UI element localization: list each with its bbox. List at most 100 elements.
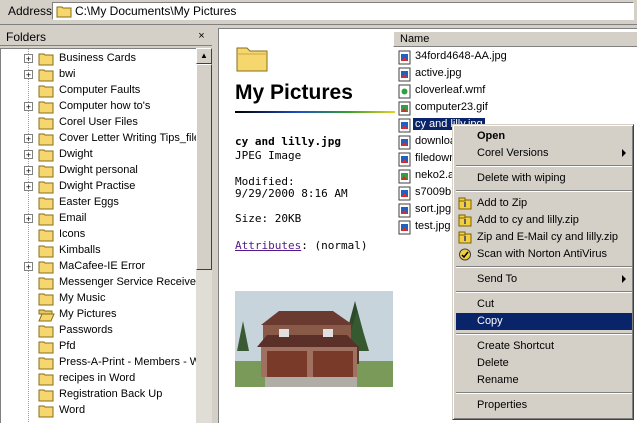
menu-item-zip-and-e-mail-cy-and-lilly-zip[interactable]: Zip and E-Mail cy and lilly.zip	[456, 229, 632, 246]
expand-icon[interactable]: +	[24, 166, 33, 176]
folders-title: Folders	[6, 30, 47, 44]
tree-item-bwi[interactable]: + bwi	[1, 67, 196, 83]
menu-item-add-to-cy-and-lilly-zip[interactable]: Add to cy and lilly.zip	[456, 212, 632, 229]
tree-item-my-music[interactable]: My Music	[1, 291, 196, 307]
folder-icon	[38, 389, 54, 402]
folder-icon	[38, 197, 54, 210]
tree-item-email[interactable]: + Email	[1, 211, 196, 227]
open-folder-icon	[38, 309, 55, 322]
menu-item-open[interactable]: Open	[456, 128, 632, 145]
folder-icon	[38, 213, 54, 226]
tree-item-icons[interactable]: Icons	[1, 227, 196, 243]
title-underline	[235, 111, 395, 113]
menu-item-copy[interactable]: Copy	[456, 313, 632, 330]
menu-item-send-to[interactable]: Send To	[456, 271, 632, 288]
folder-icon	[38, 165, 54, 178]
menu-item-properties[interactable]: Properties	[456, 397, 632, 414]
scroll-up-icon[interactable]: ▲	[196, 48, 212, 64]
norton-icon	[459, 248, 471, 261]
address-bar: Address C:\My Documents\My Pictures	[0, 0, 637, 25]
menu-item-delete-with-wiping[interactable]: Delete with wiping	[456, 170, 632, 187]
menu-item-cut[interactable]: Cut	[456, 296, 632, 313]
menu-item-rename[interactable]: Rename	[456, 372, 632, 389]
tree-item-business-cards[interactable]: + Business Cards	[1, 51, 196, 67]
menu-item-label: Add to cy and lilly.zip	[477, 214, 579, 226]
tree-item-computer-faults[interactable]: Computer Faults	[1, 83, 196, 99]
menu-item-label: Add to Zip	[477, 197, 528, 209]
menu-separator	[456, 165, 632, 167]
menu-item-label: Create Shortcut	[477, 340, 555, 352]
expand-icon[interactable]: +	[24, 70, 33, 80]
menu-item-create-shortcut[interactable]: Create Shortcut	[456, 338, 632, 355]
folder-icon	[38, 181, 54, 194]
folder-icon	[38, 293, 54, 306]
tree-item-pfd[interactable]: Pfd	[1, 339, 196, 355]
tree-item-my-pictures[interactable]: My Pictures	[1, 307, 196, 323]
folder-icon	[38, 133, 54, 146]
file-item-active-jpg[interactable]: active.jpg	[395, 66, 635, 82]
tree-item-label: Kimballs	[59, 244, 101, 256]
tree-item-dwight[interactable]: + Dwight	[1, 147, 196, 163]
tree-item-macafee-ie-error[interactable]: + MaCafee-IE Error	[1, 259, 196, 275]
large-folder-icon	[236, 47, 268, 72]
folder-icon	[38, 341, 54, 354]
address-input[interactable]: C:\My Documents\My Pictures	[52, 2, 634, 20]
menu-item-label: Zip and E-Mail cy and lilly.zip	[477, 231, 619, 243]
file-label: test.jpg	[415, 220, 451, 232]
tree-item-word[interactable]: Word	[1, 403, 196, 419]
tree-item-corel-user-files[interactable]: Corel User Files	[1, 115, 196, 131]
jpg-icon	[398, 67, 411, 82]
file-item-computer23-gif[interactable]: computer23.gif	[395, 100, 635, 116]
tree-item-recipes-in-word[interactable]: recipes in Word	[1, 371, 196, 387]
expand-icon[interactable]: +	[24, 214, 33, 224]
file-item-cloverleaf-wmf[interactable]: cloverleaf.wmf	[395, 83, 635, 99]
jpg-icon	[398, 135, 411, 150]
jpg-icon	[398, 152, 411, 167]
expand-icon[interactable]: +	[24, 134, 33, 144]
tree-item-label: Word	[59, 404, 86, 416]
menu-item-delete[interactable]: Delete	[456, 355, 632, 372]
web-view-pane: My Pictures cy and lilly.jpg JPEG Image …	[219, 29, 395, 423]
address-path: C:\My Documents\My Pictures	[75, 4, 237, 18]
expand-icon[interactable]: +	[24, 150, 33, 160]
tree-item-label: Business Cards	[59, 52, 137, 64]
attributes-value: : (normal)	[301, 239, 368, 252]
menu-separator	[456, 333, 632, 335]
menu-item-add-to-zip[interactable]: Add to Zip	[456, 195, 632, 212]
tree-item-easter-eggs[interactable]: Easter Eggs	[1, 195, 196, 211]
jpg-icon	[398, 118, 411, 133]
folder-icon	[38, 245, 54, 258]
tree-item-cover-letter-writing-tips-file[interactable]: + Cover Letter Writing Tips_file	[1, 131, 196, 147]
menu-item-label: Cut	[477, 298, 495, 310]
folder-icon	[38, 229, 54, 242]
tree-item-passwords[interactable]: Passwords	[1, 323, 196, 339]
close-icon[interactable]: ×	[196, 31, 207, 42]
tree-item-label: Computer how to's	[59, 100, 151, 112]
tree-item-messenger-service-received[interactable]: Messenger Service Received	[1, 275, 196, 291]
tree-item-computer-how-to-s[interactable]: + Computer how to's	[1, 99, 196, 115]
menu-item-scan-with-norton-antivirus[interactable]: Scan with Norton AntiVirus	[456, 246, 632, 263]
tree-item-press-a-print-members-we[interactable]: Press-A-Print - Members - We	[1, 355, 196, 371]
tree-item-registration-back-up[interactable]: Registration Back Up	[1, 387, 196, 403]
tree-scrollbar[interactable]: ▲	[196, 48, 212, 423]
jpg-icon	[398, 186, 411, 201]
expand-icon[interactable]: +	[24, 262, 33, 272]
expand-icon[interactable]: +	[24, 54, 33, 64]
folder-icon	[38, 325, 54, 338]
file-item-34ford4648-aa-jpg[interactable]: 34ford4648-AA.jpg	[395, 49, 635, 65]
tree-item-label: Easter Eggs	[59, 196, 119, 208]
attributes-link[interactable]: Attributes	[235, 239, 301, 252]
menu-item-corel-versions[interactable]: Corel Versions	[456, 145, 632, 162]
expand-icon[interactable]: +	[24, 182, 33, 192]
scroll-thumb[interactable]	[196, 64, 212, 270]
column-header-name[interactable]: Name	[393, 31, 637, 47]
menu-item-label: Rename	[477, 374, 519, 386]
menu-separator	[456, 266, 632, 268]
tree-item-kimballs[interactable]: Kimballs	[1, 243, 196, 259]
menu-separator	[456, 190, 632, 192]
expand-icon[interactable]: +	[24, 102, 33, 112]
tree-item-label: Passwords	[59, 324, 113, 336]
tree-item-dwight-practise[interactable]: + Dwight Practise	[1, 179, 196, 195]
tree-item-dwight-personal[interactable]: + Dwight personal	[1, 163, 196, 179]
folders-header: Folders ×	[0, 28, 212, 46]
